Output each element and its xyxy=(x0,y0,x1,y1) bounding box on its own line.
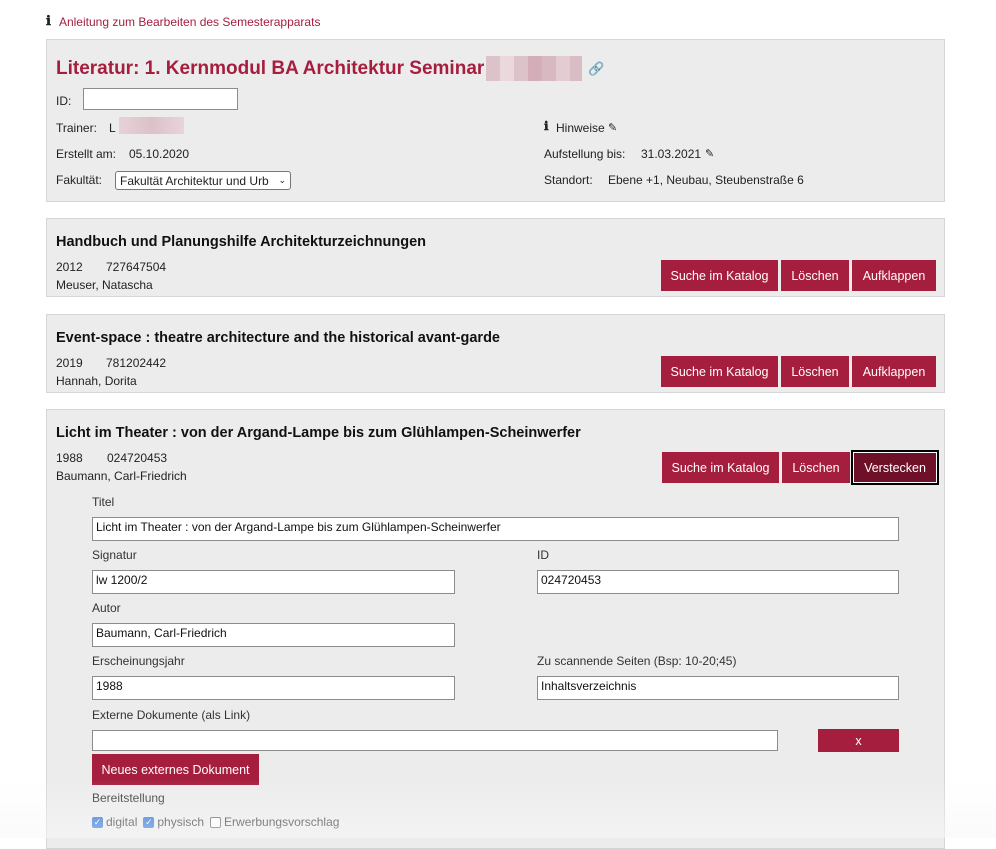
hints-link[interactable]: Hinweise xyxy=(556,121,605,135)
trainer-label: Trainer: xyxy=(56,121,97,135)
search-catalog-button[interactable]: Suche im Katalog xyxy=(661,356,778,387)
faculty-select[interactable]: Fakultät Architektur und Urb ⌄ xyxy=(115,171,291,190)
year-input[interactable]: 1988 xyxy=(92,676,455,700)
provision-options: ✓ digital ✓ physisch Erwerbungsvorschlag xyxy=(92,815,339,829)
help-link-text[interactable]: Anleitung zum Bearbeiten des Semesterapp… xyxy=(59,15,321,29)
physical-label: physisch xyxy=(157,815,205,829)
external-doc-input[interactable] xyxy=(92,730,778,751)
setup-value: 31.03.2021 xyxy=(641,147,702,161)
remove-doc-button[interactable]: x xyxy=(818,729,899,752)
trainer-link[interactable]: L xyxy=(109,121,116,135)
redacted-block xyxy=(486,56,583,81)
info-icon: ℹ xyxy=(544,119,549,133)
year-label: Erscheinungsjahr xyxy=(92,654,185,668)
book-card-expanded: Licht im Theater : von der Argand-Lampe … xyxy=(46,409,945,849)
id-label: ID: xyxy=(56,94,72,108)
location-value: Ebene +1, Neubau, Steubenstraße 6 xyxy=(608,173,804,187)
new-external-doc-button[interactable]: Neues externes Dokument xyxy=(92,754,259,785)
book-card: Handbuch und Planungshilfe Architekturze… xyxy=(46,218,945,297)
redacted-block xyxy=(119,117,184,134)
delete-button[interactable]: Löschen xyxy=(781,356,849,387)
search-catalog-button[interactable]: Suche im Katalog xyxy=(662,452,779,483)
book-author: Meuser, Natascha xyxy=(56,278,153,292)
reserve-header-panel: Literatur: 1. Kernmodul BA Architektur S… xyxy=(46,39,945,202)
book-author: Hannah, Dorita xyxy=(56,374,137,388)
book-author: Baumann, Carl-Friedrich xyxy=(56,469,187,483)
book-id-link[interactable]: 024720453 xyxy=(107,451,167,465)
digital-checkbox[interactable]: ✓ xyxy=(92,816,103,828)
info-icon: ℹ xyxy=(46,14,51,29)
book-year: 2019 xyxy=(56,356,83,370)
book-id-link[interactable]: 781202442 xyxy=(106,356,166,370)
physical-checkbox[interactable]: ✓ xyxy=(143,816,155,828)
delete-button[interactable]: Löschen xyxy=(782,452,850,483)
book-year: 2012 xyxy=(56,260,83,274)
title-label: Titel xyxy=(92,495,115,509)
pages-input[interactable]: Inhaltsverzeichnis xyxy=(537,676,899,700)
id-input[interactable]: 024720453 xyxy=(537,570,899,594)
book-id-link[interactable]: 727647504 xyxy=(106,260,166,274)
pencil-icon[interactable]: ✎ xyxy=(705,147,714,160)
provision-label: Bereitstellung xyxy=(92,791,165,805)
expand-button[interactable]: Aufklappen xyxy=(852,356,936,387)
faculty-select-value: Fakultät Architektur und Urb xyxy=(120,173,269,188)
book-title: Event-space : theatre architecture and t… xyxy=(56,330,500,346)
book-title: Licht im Theater : von der Argand-Lampe … xyxy=(56,425,581,441)
reserve-id-input[interactable] xyxy=(83,88,238,110)
book-card: Event-space : theatre architecture and t… xyxy=(46,314,945,393)
delete-button[interactable]: Löschen xyxy=(781,260,849,291)
pencil-icon[interactable]: ✎ xyxy=(608,121,617,134)
book-year: 1988 xyxy=(56,451,83,465)
created-label: Erstellt am: xyxy=(56,147,117,161)
link-icon[interactable]: 🔗 xyxy=(588,61,604,77)
location-label: Standort: xyxy=(544,173,593,187)
acquisition-checkbox[interactable] xyxy=(210,816,222,828)
faculty-label: Fakultät: xyxy=(56,173,103,187)
expand-button[interactable]: Aufklappen xyxy=(852,260,936,291)
page-title: Literatur: 1. Kernmodul BA Architektur S… xyxy=(56,56,604,81)
setup-label: Aufstellung bis: xyxy=(544,147,626,161)
pages-label: Zu scannende Seiten (Bsp: 10-20;45) xyxy=(537,654,737,668)
created-value: 05.10.2020 xyxy=(129,147,190,161)
signatur-label: Signatur xyxy=(92,548,137,562)
search-catalog-button[interactable]: Suche im Katalog xyxy=(661,260,778,291)
acquisition-label: Erwerbungsvorschlag xyxy=(224,815,340,829)
digital-label: digital xyxy=(106,815,138,829)
page-title-text: Literatur: 1. Kernmodul BA Architektur S… xyxy=(56,57,485,79)
help-link[interactable]: ℹ Anleitung zum Bearbeiten des Semestera… xyxy=(46,14,320,29)
signatur-input[interactable]: lw 1200/2 xyxy=(92,570,455,594)
chevron-down-icon: ⌄ xyxy=(278,175,286,185)
author-input[interactable]: Baumann, Carl-Friedrich xyxy=(92,623,455,647)
author-label: Autor xyxy=(92,601,121,615)
hide-button[interactable]: Verstecken xyxy=(851,450,939,485)
id-label: ID xyxy=(537,548,549,562)
external-docs-label: Externe Dokumente (als Link) xyxy=(92,708,251,722)
title-input[interactable]: Licht im Theater : von der Argand-Lampe … xyxy=(92,517,899,541)
book-title: Handbuch und Planungshilfe Architekturze… xyxy=(56,234,427,250)
